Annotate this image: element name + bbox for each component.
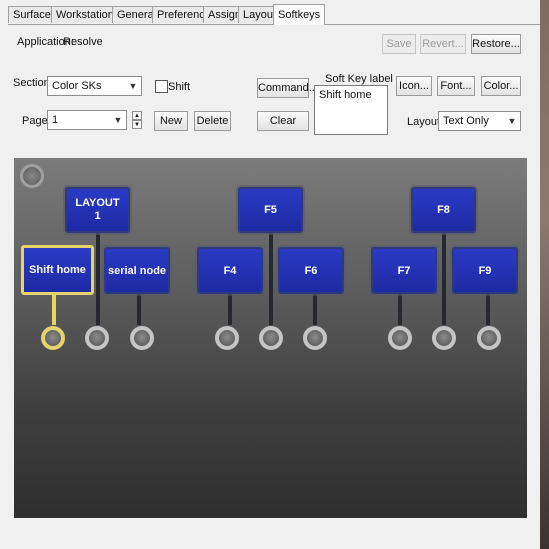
chevron-down-icon: ▼ [113,115,123,125]
soft-key-label-field[interactable]: Shift home [314,85,388,135]
softkey-f4[interactable]: F4 [197,247,263,294]
tab-bar: Surfaces Workstations General Preference… [8,4,540,25]
layout-select[interactable]: Text Only ▼ [438,111,521,131]
knob-8[interactable] [432,326,456,350]
icon-button[interactable]: Icon... [396,76,432,96]
command-button[interactable]: Command... [257,78,318,98]
softkey-layout-1[interactable]: LAYOUT 1 [65,187,130,233]
softkey-serial-node[interactable]: serial node [104,247,170,294]
knob-5[interactable] [259,326,283,350]
soft-key-label-value: Shift home [319,89,372,101]
section-value: Color SKs [52,80,102,92]
chevron-down-icon: ▼ [128,81,138,91]
shift-checkbox[interactable] [155,80,168,93]
page-value: 1 [52,114,59,126]
delete-page-button[interactable]: Delete [194,111,231,131]
page-select[interactable]: 1 ▼ [47,110,127,130]
connector-line [486,294,490,325]
layout-value: Text Only [443,115,489,127]
selected-connector-line [52,294,56,325]
connector-line [96,233,100,325]
revert-button[interactable]: Revert... [420,34,466,54]
tab-softkeys[interactable]: Softkeys [273,4,326,25]
knob-4[interactable] [215,326,239,350]
connector-line [313,294,317,325]
application-value: Resolve [63,36,103,48]
window-edge [540,0,549,549]
soft-key-label-title: Soft Key label [325,73,393,85]
font-button[interactable]: Font... [437,76,475,96]
softkey-panel: LAYOUT 1 F5 F8 Shift home serial node F4… [14,158,527,518]
knob-7[interactable] [388,326,412,350]
connector-line [442,233,446,325]
knob-2[interactable] [85,326,109,350]
softkey-f6[interactable]: F6 [278,247,344,294]
connector-line [269,233,273,325]
knob-6[interactable] [303,326,327,350]
softkey-f5[interactable]: F5 [238,187,303,233]
connector-line [228,294,232,325]
knob-3[interactable] [130,326,154,350]
restore-button[interactable]: Restore... [471,34,521,54]
page-spin-down[interactable]: ▼ [132,120,142,129]
page-spin-up[interactable]: ▲ [132,111,142,120]
softkey-shift-home[interactable]: Shift home [21,245,94,295]
clear-button[interactable]: Clear [257,111,309,131]
shift-label: Shift [168,81,191,93]
connector-line [398,294,402,325]
knob-1[interactable] [41,326,65,350]
softkey-f9[interactable]: F9 [452,247,518,294]
chevron-down-icon: ▼ [507,116,517,126]
softkey-f7[interactable]: F7 [371,247,437,294]
save-button[interactable]: Save [382,34,416,54]
power-icon[interactable] [20,164,44,188]
section-select[interactable]: Color SKs ▼ [47,76,142,96]
color-button[interactable]: Color... [481,76,521,96]
connector-line [137,294,141,325]
new-page-button[interactable]: New [154,111,188,131]
softkey-f8[interactable]: F8 [411,187,476,233]
knob-9[interactable] [477,326,501,350]
